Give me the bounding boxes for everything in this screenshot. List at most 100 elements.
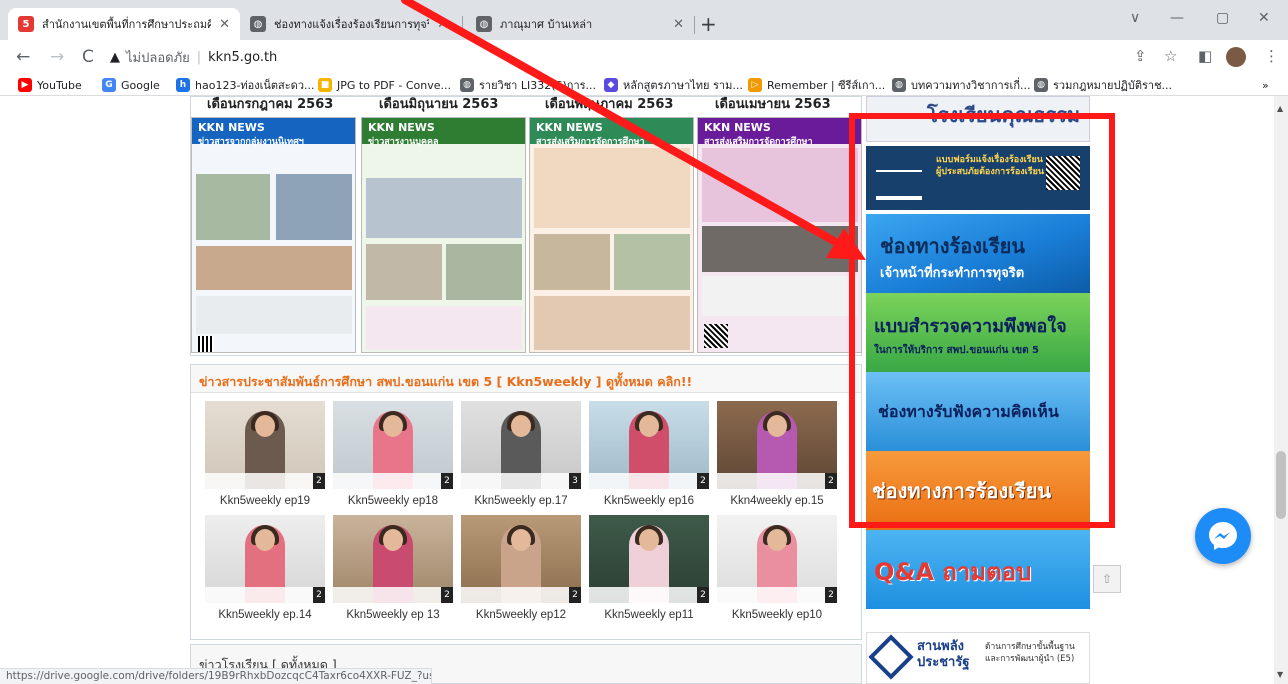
video-title: Kkn5weekly ep11 xyxy=(604,609,694,621)
close-tab-icon[interactable]: ✕ xyxy=(219,17,230,32)
bookmark-star-icon[interactable]: ☆ xyxy=(1164,47,1177,65)
banner-title: ช่องทางรับฟังความคิดเห็น xyxy=(878,402,1059,421)
messenger-icon xyxy=(1209,522,1237,550)
newsletter-box: เดือนกรกฎาคม 2563 เดือนมิถุนายน 2563 เดื… xyxy=(190,96,862,356)
satisfaction-survey-banner[interactable]: แบบสำรวจความพึงพอใจ ในการให้บริการ สพป.ข… xyxy=(866,293,1090,372)
jpg-to-pdf-icon: ■ xyxy=(318,78,332,92)
banner-title: Q&A ถามตอบ xyxy=(874,558,1032,586)
pracharat-logo[interactable]: สานพลัง ประชารัฐ ด้านการศึกษาขั้นพื้นฐาน… xyxy=(866,632,1090,684)
tab-kkn5[interactable]: 5 สำนักงานเขตพื้นที่การศึกษาประถมศึกษ ✕ xyxy=(8,8,240,40)
complaint-channel-banner[interactable]: ช่องทางการร้องเรียน xyxy=(866,451,1090,530)
poster-header: KKN NEWS ข่าวสารงานบุคคล xyxy=(362,118,525,147)
bookmark-hao123[interactable]: h hao123-ท่องเน็ตสะดว... xyxy=(176,76,315,94)
scroll-up-arrow-icon[interactable]: ▲ xyxy=(1277,104,1283,113)
maximize-button[interactable]: ▢ xyxy=(1216,10,1229,26)
close-tab-icon[interactable]: ✕ xyxy=(673,17,684,32)
poster-photo xyxy=(702,276,858,316)
bookmark-jpg-to-pdf[interactable]: ■ JPG to PDF - Conve... xyxy=(318,76,451,94)
status-bar-url: https://drive.google.com/drive/folders/1… xyxy=(0,668,432,684)
remember-icon: ▷ xyxy=(748,78,762,92)
video-thumbnail: 3 xyxy=(461,401,581,489)
tab-title: สำนักงานเขตพื้นที่การศึกษาประถมศึกษ xyxy=(42,18,212,31)
video-title: Kkn5weekly ep18 xyxy=(347,495,439,507)
share-icon[interactable]: ⇪ xyxy=(1134,47,1147,65)
poster-header: KKN NEWS สารส่งเสริมการจัดการศึกษา xyxy=(698,118,861,147)
video-thumbnail: 2 xyxy=(589,515,709,603)
video-title: Kkn5weekly ep10 xyxy=(731,609,823,621)
video-title: Kkn5weekly ep19 xyxy=(219,495,311,507)
tab-complaint-channel[interactable]: ◍ ช่องทางแจ้งเรื่องร้องเรียนการทุจริตแล … xyxy=(240,8,458,40)
page-scrollbar[interactable]: ▲ ▼ xyxy=(1274,96,1288,684)
warning-icon[interactable]: ▲ xyxy=(110,50,120,65)
bookmark-google[interactable]: G Google xyxy=(102,76,160,94)
back-arrow-icon[interactable]: ← xyxy=(16,47,30,67)
complaint-corruption-banner[interactable]: ช่องทางร้องเรียน เจ้าหน้าที่กระทำการทุจร… xyxy=(866,214,1090,293)
weekly-news-box: ข่าวสารประชาสัมพันธ์การศึกษา สพป.ขอนแก่น… xyxy=(190,364,862,640)
qr-code-icon xyxy=(704,324,728,348)
scroll-down-arrow-icon[interactable]: ▼ xyxy=(1277,670,1283,679)
pracharat-title: สานพลัง ประชารัฐ xyxy=(917,639,970,670)
globe-icon: ◍ xyxy=(460,78,474,92)
close-tab-icon[interactable]: ✕ xyxy=(437,17,448,32)
reload-icon[interactable]: C xyxy=(82,47,94,67)
minimize-button[interactable]: — xyxy=(1170,10,1184,26)
month-header: เดือนกรกฎาคม 2563 xyxy=(207,97,334,112)
bookmark-remember[interactable]: ▷ Remember | ซีรีส์เกา... xyxy=(748,76,885,94)
ram-icon: ◆ xyxy=(604,78,618,92)
newsletter-poster-july[interactable]: KKN NEWS ข่าวสารจากกลุ่มงานนิเทศฯ xyxy=(191,117,356,353)
newsletter-poster-june[interactable]: KKN NEWS ข่าวสารงานบุคคล xyxy=(361,117,526,353)
moral-school-text: โรงเรียนคุณธรรม xyxy=(927,103,1081,127)
poster-photo xyxy=(196,246,352,290)
profile-avatar[interactable] xyxy=(1226,47,1246,67)
month-header: เดือนเมษายน 2563 xyxy=(715,97,831,112)
feedback-channel-banner[interactable]: ช่องทางรับฟังความคิดเห็น xyxy=(866,372,1090,451)
scrollbar-thumb[interactable] xyxy=(1276,451,1286,519)
bookmarks-overflow-button[interactable]: » xyxy=(1262,76,1269,94)
qr-code-icon xyxy=(1046,156,1080,190)
poster-photo xyxy=(534,296,690,350)
back-to-top-button[interactable]: ⇧ xyxy=(1093,565,1121,593)
video-title: Kkn5weekly ep16 xyxy=(603,495,695,507)
complaint-form-banner[interactable]: แบบฟอร์มแจ้งเรื่องร้องเรียน ผู้ประสบภัยต… xyxy=(866,146,1090,210)
video-thumbnail: 2 xyxy=(461,515,581,603)
video-thumbnail: 2 xyxy=(205,401,325,489)
close-window-button[interactable]: ✕ xyxy=(1258,10,1270,26)
poster-photo xyxy=(534,148,690,228)
bookmark-li332[interactable]: ◍ รายวิชา LI332(S)การ... xyxy=(460,76,596,94)
newsletter-poster-may[interactable]: KKN NEWS สารส่งเสริมการจัดการศึกษา xyxy=(529,117,694,353)
video-title: Kkn5weekly ep.17 xyxy=(474,495,568,507)
video-title: Kkn5weekly ep 13 xyxy=(346,609,440,621)
forward-arrow-icon[interactable]: → xyxy=(50,47,64,67)
new-tab-button[interactable]: + xyxy=(700,12,717,36)
poster-photo xyxy=(534,234,610,290)
video-thumbnail: 2 xyxy=(205,515,325,603)
month-header: เดือนมิถุนายน 2563 xyxy=(379,97,499,112)
messenger-chat-button[interactable] xyxy=(1195,508,1251,564)
pracharat-emblem-icon xyxy=(868,634,914,680)
tab-panumas[interactable]: ◍ ภาณุมาศ บ้านเหล่า ✕ xyxy=(466,8,694,40)
weekly-news-header-link[interactable]: ข่าวสารประชาสัมพันธ์การศึกษา สพป.ขอนแก่น… xyxy=(191,365,861,393)
poster-photo xyxy=(366,178,522,238)
newsletter-poster-april[interactable]: KKN NEWS สารส่งเสริมการจัดการศึกษา xyxy=(697,117,862,353)
side-panel-icon[interactable]: ◧ xyxy=(1198,47,1212,65)
tab-separator xyxy=(694,16,695,34)
video-thumbnail: 2 xyxy=(717,515,837,603)
bookmark-academic-articles[interactable]: ◍ บทความทางวิชาการเกี่... xyxy=(892,76,1030,94)
globe-icon: ◍ xyxy=(1034,78,1048,92)
menu-kebab-icon[interactable]: ⋮ xyxy=(1264,47,1279,65)
banner-title: ช่องทางการร้องเรียน xyxy=(872,479,1052,503)
pracharat-subtitle: ด้านการศึกษาขั้นพื้นฐาน และการพัฒนาผู้นำ… xyxy=(985,642,1075,664)
banner-subtitle: ในการให้บริการ สพป.ขอนแก่น เขต 5 xyxy=(874,345,1039,356)
poster-photo xyxy=(446,244,522,300)
complaint-form-text: แบบฟอร์มแจ้งเรื่องร้องเรียน ผู้ประสบภัยต… xyxy=(936,155,1045,177)
moral-school-banner[interactable]: โรงเรียนคุณธรรม xyxy=(866,96,1090,142)
bookmark-law-collection[interactable]: ◍ รวมกฎหมายปฏิบัติราช... xyxy=(1034,76,1172,94)
qa-banner[interactable]: Q&A ถามตอบ xyxy=(866,530,1090,609)
bookmark-thai-curriculum[interactable]: ◆ หลักสูตรภาษาไทย ราม... xyxy=(604,76,743,94)
hao123-icon: h xyxy=(176,78,190,92)
tab-bar: 5 สำนักงานเขตพื้นที่การศึกษาประถมศึกษ ✕ … xyxy=(0,0,1288,40)
bookmark-youtube[interactable]: ▶ YouTube xyxy=(18,76,82,94)
video-title: Kkn4weekly ep.15 xyxy=(730,495,824,507)
tab-search-icon[interactable]: ∨ xyxy=(1130,10,1140,26)
url-field[interactable]: ▲ ไม่ปลอดภัย | kkn5.go.th xyxy=(110,44,1110,70)
